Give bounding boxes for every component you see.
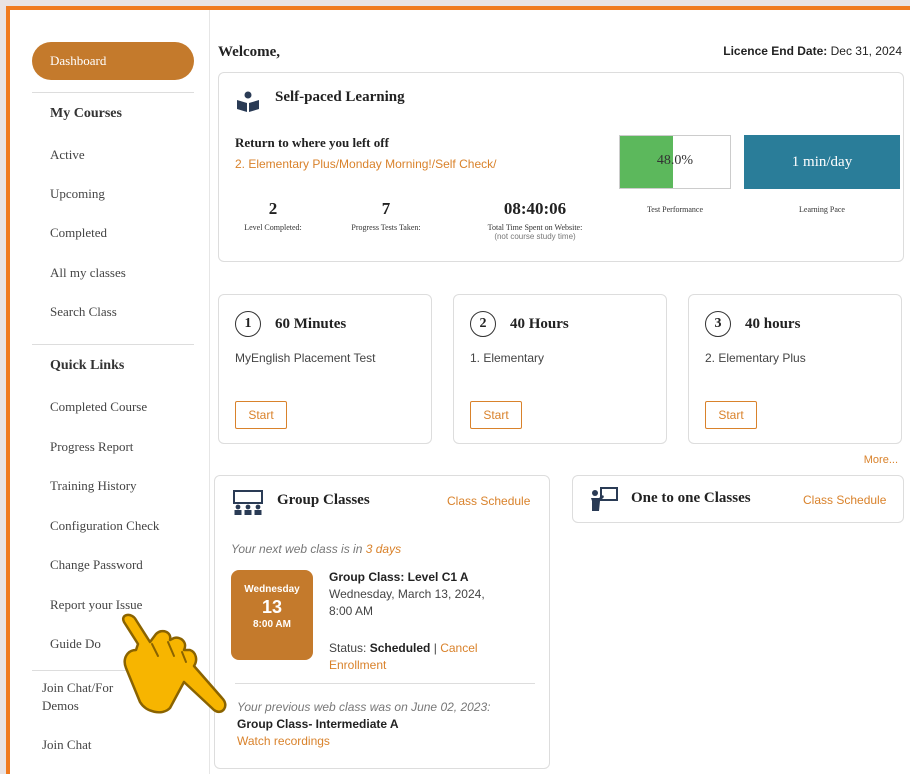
start-button[interactable]: Start [705, 401, 757, 429]
divider [32, 344, 194, 345]
class-time: 8:00 AM [329, 604, 374, 618]
one-to-one-card: One to one Classes Class Schedule [572, 475, 904, 523]
stat-value: 7 [381, 199, 391, 218]
test-performance-label: Test Performance [646, 205, 704, 214]
learning-pace-label: Learning Pace [799, 205, 845, 214]
one-to-one-schedule-link[interactable]: Class Schedule [803, 493, 886, 507]
badge-time: 8:00 AM [253, 619, 291, 630]
course-duration: 40 Hours [510, 315, 569, 332]
course-card: 2 40 Hours 1. Elementary Start [453, 294, 667, 444]
sidebar-item-progress-report[interactable]: Progress Report [50, 439, 133, 455]
stat-total-time: 08:40:06 Total Time Spent on Website: (n… [473, 199, 597, 241]
course-name: MyEnglish Placement Test [235, 351, 376, 365]
course-card: 1 60 Minutes MyEnglish Placement Test St… [218, 294, 432, 444]
divider [32, 92, 194, 93]
pointing-hand-icon [121, 613, 227, 714]
class-date-badge: Wednesday 13 8:00 AM [231, 570, 313, 660]
status-label: Status: [329, 641, 367, 655]
sidebar-item-guide[interactable]: Guide Do [50, 636, 101, 652]
class-status: Status: Scheduled | Cancel [329, 641, 478, 655]
quick-links-heading: Quick Links [50, 358, 125, 373]
class-title: Group Class: Level C1 A [329, 570, 469, 584]
reading-book-icon [237, 91, 259, 112]
start-button[interactable]: Start [235, 401, 287, 429]
next-class-text: Your next web class is in 3 days [231, 542, 401, 556]
group-classes-title: Group Classes [277, 492, 370, 508]
one-to-one-teacher-icon [591, 487, 618, 511]
badge-day: 13 [261, 597, 283, 617]
cancel-enrollment-link[interactable]: Cancel [440, 641, 477, 655]
group-classes-card: Group Classes Class Schedule Your next w… [214, 475, 550, 769]
my-courses-heading: My Courses [50, 106, 122, 121]
course-name: 2. Elementary Plus [705, 351, 806, 365]
return-path-link[interactable]: 2. Elementary Plus/Monday Morning!/Self … [235, 157, 496, 171]
class-date: Wednesday, March 13, 2024, [329, 587, 485, 601]
next-class-days: 3 days [365, 542, 402, 556]
test-performance-value: 48.0% [656, 153, 694, 168]
watch-recordings-link[interactable]: Watch recordings [237, 734, 330, 748]
sidebar-item-completed[interactable]: Completed [50, 225, 107, 241]
divider [235, 683, 535, 684]
more-link[interactable]: More... [864, 454, 898, 466]
sidebar-item-completed-course[interactable]: Completed Course [50, 399, 147, 415]
sidebar-item-demos[interactable]: Demos [42, 698, 79, 714]
sidebar-item-configuration-check[interactable]: Configuration Check [50, 518, 159, 534]
status-separator: | [433, 641, 437, 655]
course-number: 3 [705, 311, 731, 337]
main-content: Welcome, Licence End Date: Dec 31, 2024 … [210, 10, 910, 774]
stat-value: 08:40:06 [503, 199, 567, 218]
sidebar-item-upcoming[interactable]: Upcoming [50, 186, 105, 202]
course-card: 3 40 hours 2. Elementary Plus Start [688, 294, 902, 444]
self-paced-card: Self-paced Learning Return to where you … [218, 72, 904, 262]
one-to-one-title: One to one Classes [631, 490, 751, 506]
sidebar-item-change-password[interactable]: Change Password [50, 557, 143, 573]
course-number: 2 [470, 311, 496, 337]
course-duration: 40 hours [745, 315, 801, 332]
next-class-prefix: Your next web class is in [231, 542, 363, 556]
previous-class-title: Group Class- Intermediate A [237, 717, 399, 731]
sidebar-item-active[interactable]: Active [50, 147, 85, 163]
licence-date: Dec 31, 2024 [830, 44, 902, 58]
licence-info: Licence End Date: Dec 31, 2024 [723, 44, 902, 58]
stat-sub: (not course study time) [494, 232, 576, 241]
licence-label: Licence End Date: [723, 44, 828, 58]
sidebar-item-all-classes[interactable]: All my classes [50, 265, 126, 281]
cancel-enrollment-link-2[interactable]: Enrollment [329, 658, 386, 672]
course-name: 1. Elementary [470, 351, 545, 365]
stat-value: 2 [268, 199, 278, 218]
learning-pace-box: 1 min/day [744, 135, 900, 189]
sidebar-item-search-class[interactable]: Search Class [50, 304, 117, 320]
self-paced-title: Self-paced Learning [275, 89, 405, 105]
stat-label: Level Completed: [244, 223, 302, 232]
stat-progress-tests: 7 Progress Tests Taken: [341, 199, 431, 232]
welcome-text: Welcome, [218, 44, 281, 60]
group-class-schedule-link[interactable]: Class Schedule [447, 494, 530, 508]
previous-class-text: Your previous web class was on June 02, … [237, 700, 491, 714]
course-number: 1 [235, 311, 261, 337]
sidebar-item-training-history[interactable]: Training History [50, 478, 137, 494]
group-classroom-icon [233, 490, 263, 515]
badge-weekday: Wednesday [244, 584, 300, 595]
sidebar-dashboard-button[interactable]: Dashboard [32, 42, 194, 80]
stat-level-completed: 2 Level Completed: [233, 199, 313, 232]
stat-label: Progress Tests Taken: [351, 223, 421, 232]
course-duration: 60 Minutes [275, 315, 347, 332]
sidebar-item-join-chat[interactable]: Join Chat [42, 737, 91, 753]
test-performance-bar: 48.0% [619, 135, 731, 189]
return-label: Return to where you left off [235, 135, 389, 150]
status-value: Scheduled [369, 641, 431, 655]
start-button[interactable]: Start [470, 401, 522, 429]
stat-label: Total Time Spent on Website: [487, 223, 583, 232]
